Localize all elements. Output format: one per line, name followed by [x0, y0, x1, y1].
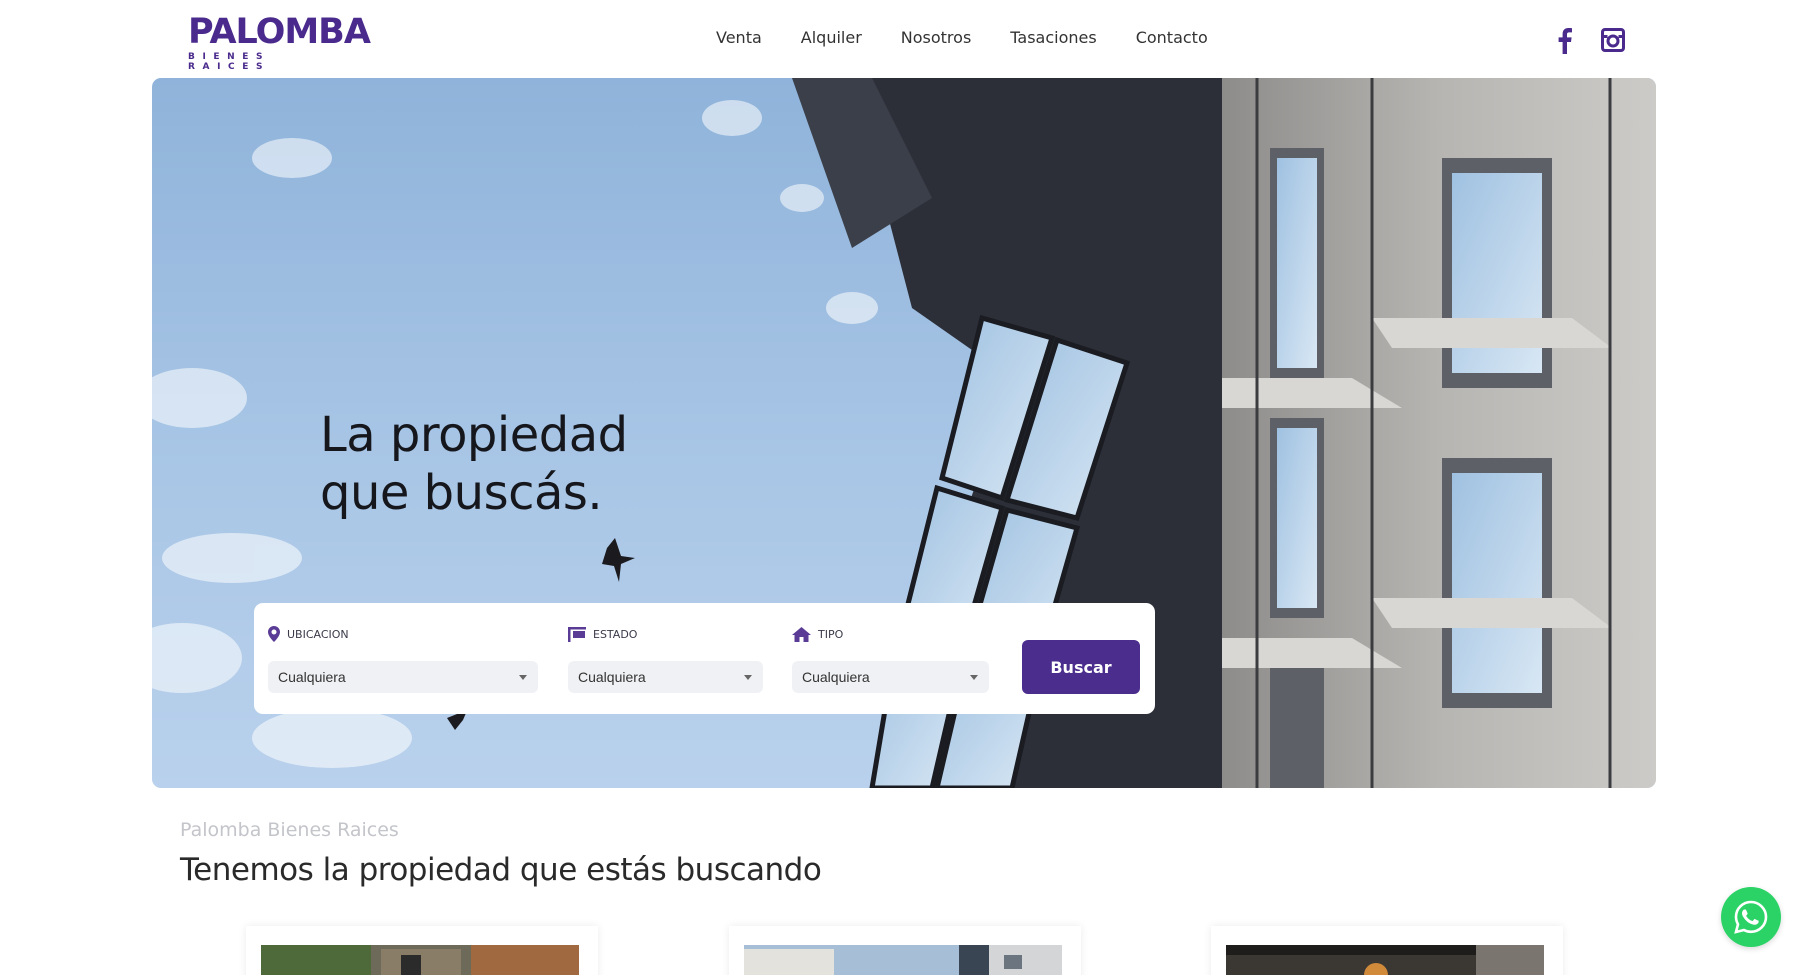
- nav-item-nosotros[interactable]: Nosotros: [901, 28, 972, 47]
- chevron-down-icon: [744, 674, 752, 680]
- home-icon: [792, 626, 811, 642]
- location-field: UBICACION Cualquiera: [268, 625, 538, 693]
- type-field: TIPO Cualquiera: [792, 625, 989, 693]
- property-search-form: UBICACION Cualquiera ESTADO Cualquiera T…: [254, 603, 1155, 714]
- nav-item-alquiler[interactable]: Alquiler: [801, 28, 862, 47]
- status-field: ESTADO Cualquiera: [568, 625, 763, 693]
- property-thumbnail: [261, 945, 579, 975]
- type-select[interactable]: Cualquiera: [792, 661, 989, 693]
- property-thumbnail: [1226, 945, 1544, 975]
- sign-icon: [568, 626, 586, 642]
- header: PALOMBA BIENES RAICES Venta Alquiler Nos…: [0, 0, 1807, 78]
- property-card[interactable]: [729, 926, 1081, 975]
- location-label: UBICACION: [268, 625, 538, 643]
- main-nav: Venta Alquiler Nosotros Tasaciones Conta…: [716, 28, 1208, 47]
- property-card[interactable]: [1211, 926, 1563, 975]
- status-label-text: ESTADO: [593, 627, 638, 641]
- type-label: TIPO: [792, 625, 989, 643]
- location-label-text: UBICACION: [287, 627, 349, 641]
- nav-item-tasaciones[interactable]: Tasaciones: [1010, 28, 1096, 47]
- location-select[interactable]: Cualquiera: [268, 661, 538, 693]
- chevron-down-icon: [519, 674, 527, 680]
- property-thumbnail: [744, 945, 1062, 975]
- hero-title-line-1: La propiedad: [320, 407, 628, 463]
- section-kicker: Palomba Bienes Raices: [180, 819, 399, 841]
- nav-item-contacto[interactable]: Contacto: [1136, 28, 1208, 47]
- logo-tagline: BIENES RAICES: [188, 52, 271, 72]
- hero-title: La propiedad que buscás.: [320, 406, 628, 522]
- location-select-value: Cualquiera: [278, 669, 346, 685]
- status-label: ESTADO: [568, 625, 763, 643]
- search-button[interactable]: Buscar: [1022, 640, 1140, 694]
- nav-item-venta[interactable]: Venta: [716, 28, 762, 47]
- logo[interactable]: PALOMBA BIENES RAICES: [188, 12, 371, 72]
- map-pin-icon: [268, 626, 280, 642]
- whatsapp-button[interactable]: [1721, 887, 1781, 947]
- property-card[interactable]: [246, 926, 598, 975]
- status-select-value: Cualquiera: [578, 669, 646, 685]
- facebook-icon[interactable]: [1554, 25, 1576, 57]
- type-label-text: TIPO: [818, 627, 844, 641]
- section-title: Tenemos la propiedad que estás buscando: [180, 852, 822, 888]
- status-select[interactable]: Cualquiera: [568, 661, 763, 693]
- whatsapp-icon: [1734, 900, 1768, 934]
- instagram-icon[interactable]: [1600, 25, 1626, 55]
- type-select-value: Cualquiera: [802, 669, 870, 685]
- hero-banner: La propiedad que buscás. UBICACION Cualq…: [152, 78, 1656, 788]
- hero-title-line-2: que buscás.: [320, 465, 603, 521]
- chevron-down-icon: [970, 674, 978, 680]
- logo-name: PALOMBA: [188, 12, 371, 52]
